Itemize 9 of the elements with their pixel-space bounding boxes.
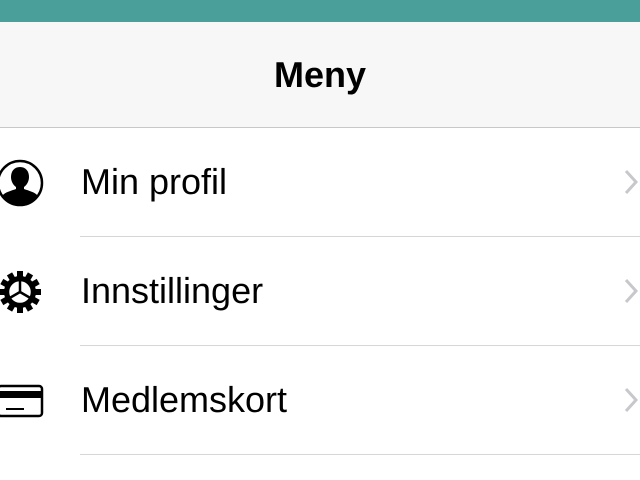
chevron-icon [624, 278, 638, 304]
menu-item[interactable]: Min profil [80, 161, 624, 203]
menu-item[interactable]: Medlemskort [80, 379, 624, 421]
chevron-icon [624, 387, 638, 413]
person-icon [0, 158, 44, 206]
card-icon [0, 384, 44, 418]
menu-item[interactable]: Innstillinger [80, 270, 624, 312]
chevron-icon [624, 169, 638, 195]
page-title: Meny [274, 54, 366, 96]
